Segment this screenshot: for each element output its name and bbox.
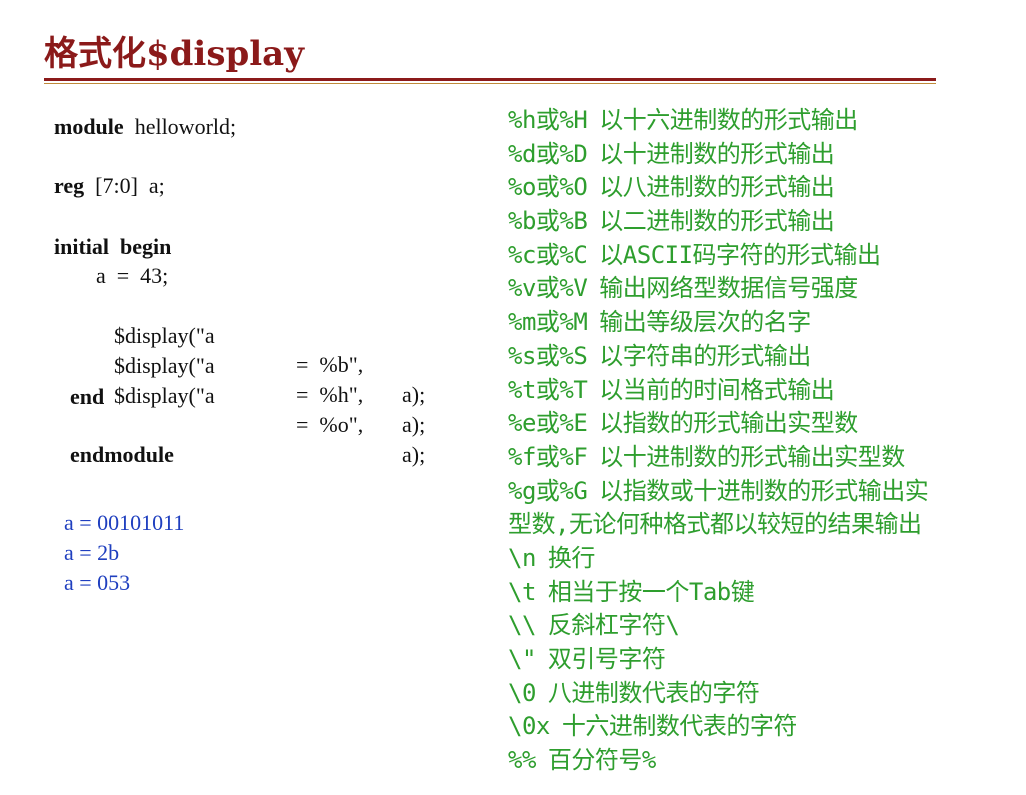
escape-desc: 双引号字符 <box>547 645 666 673</box>
format-spec: %o或%O <box>508 173 588 202</box>
escape-spec: \" <box>508 645 536 673</box>
escape-desc: 八进制数代表的字符 <box>547 678 760 707</box>
reg-declaration: [7:0] a; <box>95 173 165 198</box>
format-desc: 以ASCII码字符的形式输出 <box>599 240 881 269</box>
format-spec: %f或%F <box>508 442 588 471</box>
code-line-module: module helloworld; <box>54 112 236 142</box>
format-spec: %m或%M <box>508 308 588 337</box>
format-row: %h或%H 以十六进制数的形式输出 <box>508 104 928 138</box>
format-row: %v或%V 输出网络型数据信号强度 <box>508 272 928 306</box>
escape-desc: 反斜杠字符\ <box>547 611 680 640</box>
code-line-reg: reg [7:0] a; <box>54 171 165 201</box>
format-desc: 以八进制数的形式输出 <box>599 173 835 202</box>
format-desc: 型数,无论何种格式都以较短的结果输出 <box>508 510 922 539</box>
format-row: %d或%D 以十进制数的形式输出 <box>508 138 928 172</box>
escape-row: %% 百分符号% <box>508 744 928 778</box>
escape-row: \0 八进制数代表的字符 <box>508 677 928 711</box>
format-desc: 以当前的时间格式输出 <box>599 375 835 404</box>
code-line-initial: initial begin <box>54 234 172 259</box>
format-desc: 输出等级层次的名字 <box>599 308 811 337</box>
format-desc: 以字符串的形式输出 <box>599 341 811 370</box>
escape-spec: \0 <box>508 678 536 707</box>
escape-row: \0x 十六进制数代表的字符 <box>508 710 928 744</box>
format-desc: 以十六进制数的形式输出 <box>599 106 858 134</box>
escape-spec: \0x <box>508 712 550 741</box>
format-row: %o或%O 以八进制数的形式输出 <box>508 171 928 205</box>
format-row: %f或%F 以十进制数的形式输出实型数 <box>508 441 928 475</box>
format-desc: 以指数的形式输出实型数 <box>599 409 858 438</box>
output-line-binary: a = 00101011 <box>64 510 185 535</box>
format-spec-list: %h或%H 以十六进制数的形式输出 %d或%D 以十进制数的形式输出 %o或%O 以八… <box>508 104 929 778</box>
escape-desc: 百分符号% <box>547 746 656 775</box>
output-line-hex: a = 2b <box>64 540 120 565</box>
title-divider-thin <box>44 83 936 84</box>
format-spec: %h或%H <box>508 106 588 134</box>
format-row: %m或%M 输出等级层次的名字 <box>508 306 928 340</box>
escape-spec: \t <box>508 577 536 606</box>
escape-desc: 换行 <box>547 543 596 572</box>
output-line-octal: a = 053 <box>64 570 131 595</box>
module-name: helloworld; <box>134 114 237 139</box>
format-desc: 以二进制数的形式输出 <box>599 207 835 236</box>
format-spec: %c或%C <box>508 240 588 269</box>
format-row: %c或%C 以ASCII码字符的形式输出 <box>508 239 928 273</box>
escape-desc: 十六进制数代表的字符 <box>561 712 798 741</box>
format-spec: %e或%E <box>508 409 588 438</box>
code-line-endmodule: endmodule <box>70 442 174 467</box>
format-row: %t或%T 以当前的时间格式输出 <box>508 374 928 408</box>
format-row: %e或%E 以指数的形式输出实型数 <box>508 407 928 441</box>
page-title: 格式化$display <box>44 34 304 74</box>
code-line-end: end <box>70 384 105 409</box>
display-arg: a); <box>402 441 426 467</box>
format-row: %b或%B 以二进制数的形式输出 <box>508 205 928 239</box>
display-format: = %o", <box>296 412 364 437</box>
format-desc: 以十进制数的形式输出实型数 <box>599 442 905 471</box>
escape-spec: \n <box>508 543 536 572</box>
format-row: %s或%S 以字符串的形式输出 <box>508 340 928 374</box>
format-spec: %v或%V <box>508 274 588 303</box>
format-spec: %t或%T <box>508 375 588 404</box>
code-line-display-o: $display("a = %o", a); <box>114 351 444 499</box>
keyword-reg: reg <box>54 173 85 198</box>
format-desc: 输出网络型数据信号强度 <box>599 274 858 303</box>
escape-row: \" 双引号字符 <box>508 643 928 677</box>
title-divider <box>44 78 936 81</box>
format-spec: %g或%G <box>508 476 588 505</box>
format-spec: %b或%B <box>508 207 588 236</box>
format-spec: %d或%D <box>508 139 588 168</box>
escape-desc: 相当于按一个Tab键 <box>547 577 755 606</box>
format-row-continuation: 型数,无论何种格式都以较短的结果输出 <box>508 508 928 542</box>
format-desc: 以指数或十进制数的形式输出实 <box>599 476 929 505</box>
code-line-assign: a = 43; <box>96 263 169 288</box>
slide: 格式化$display module helloworld; reg [7:0]… <box>0 0 1026 795</box>
format-desc: 以十进制数的形式输出 <box>599 139 835 168</box>
escape-row: \t 相当于按一个Tab键 <box>508 576 928 610</box>
format-spec: %s或%S <box>508 341 588 370</box>
format-row: %g或%G 以指数或十进制数的形式输出实 <box>508 475 929 509</box>
keyword-module: module <box>54 114 124 139</box>
simulation-output: a = 00101011 a = 2b a = 053 <box>64 508 184 598</box>
escape-spec: %% <box>508 746 536 775</box>
display-call: $display("a <box>114 382 215 408</box>
escape-row: \\ 反斜杠字符\ <box>508 609 928 643</box>
escape-spec: \\ <box>508 611 536 640</box>
escape-row: \n 换行 <box>508 542 928 576</box>
